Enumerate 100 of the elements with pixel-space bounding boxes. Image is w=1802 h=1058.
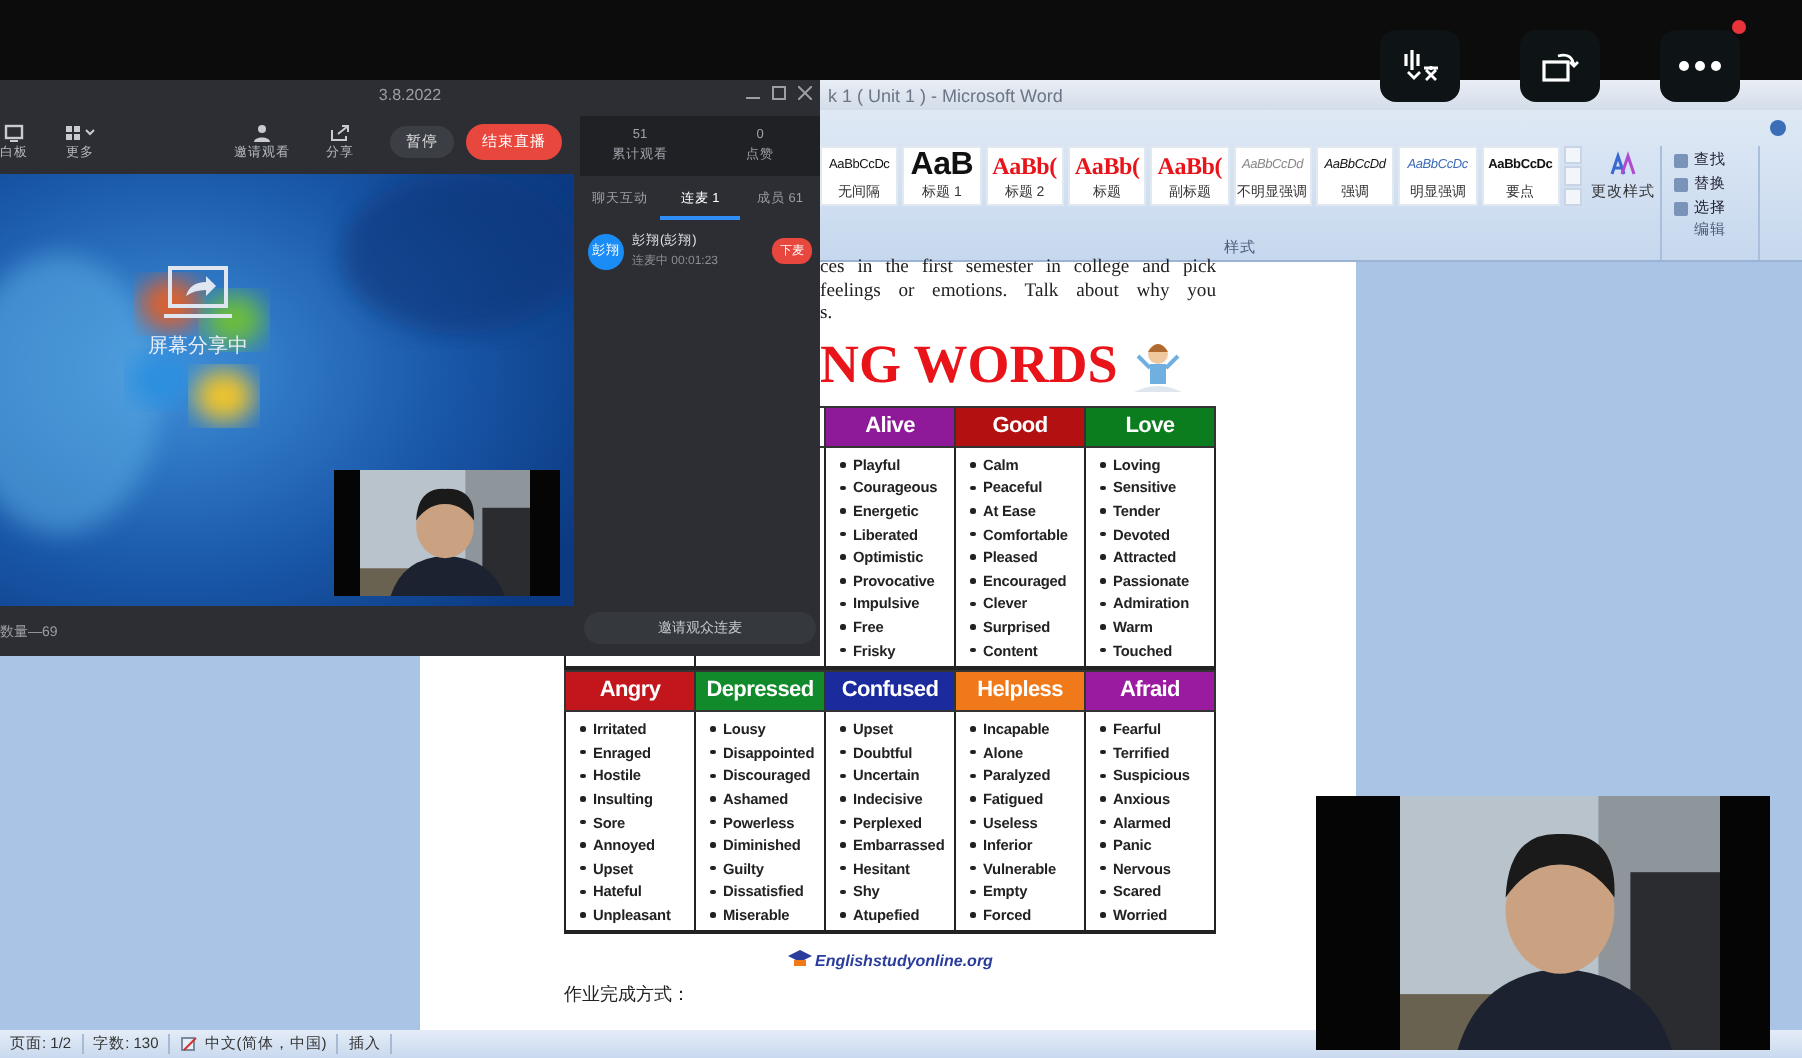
bullet-icon [1100,647,1105,653]
body-text: 作业完成方式： [564,982,692,1009]
bullet-icon [970,749,975,755]
bullet-icon [1100,462,1105,468]
rotate-screen-button[interactable] [1520,30,1600,102]
bullet-icon [840,531,845,537]
bullet-icon [580,773,585,779]
bullet-icon [840,624,845,630]
bullet-icon [580,842,585,848]
bullet-icon [710,865,715,871]
bullet-icon [970,726,975,732]
bullet-icon [840,462,845,468]
bullet-icon [1100,554,1105,560]
column-header: Angry [565,670,695,711]
bullet-icon [1100,624,1105,630]
bullet-icon [840,726,845,732]
people-icon [252,123,272,141]
bullet-icon [970,485,975,491]
bullet-icon [840,889,845,895]
caption-translate-button[interactable] [1380,30,1460,102]
bullet-icon [840,796,845,802]
bullet-icon [710,726,715,732]
bullet-icon [970,912,975,918]
board-icon [4,123,24,141]
bullet-icon [840,601,845,607]
bullet-icon [580,749,585,755]
bullet-icon [970,865,975,871]
bullet-icon [1100,819,1105,825]
bullet-icon [970,554,975,560]
bullet-icon [1100,508,1105,514]
bullet-icon [970,578,975,584]
caption-translate-icon [1400,48,1440,84]
bullet-icon [1100,796,1105,802]
graduation-cap-icon [787,950,812,971]
change-styles-icon [1608,150,1637,178]
bullet-icon [840,842,845,848]
heading: NG WORDS [820,334,1118,396]
bullet-icon [1100,842,1105,848]
bullet-icon [970,773,975,779]
spellcheck-icon[interactable] [180,1036,199,1052]
window-title: 3.8.2022 [378,86,442,104]
bullet-icon [1100,601,1105,607]
column-header: Good [955,406,1085,446]
column-header: Love [1085,406,1215,446]
bullet-icon [970,842,975,848]
website-logo: Englishstudyonline.org [815,951,993,970]
column-header: Depressed [695,670,825,711]
bullet-icon [840,865,845,871]
bullet-icon [1100,912,1105,918]
bullet-icon [580,796,585,802]
column-header: Afraid [1085,670,1215,711]
bullet-icon [840,508,845,514]
bullet-icon [1100,773,1105,779]
grid-icon [64,123,96,141]
bullet-icon [840,578,845,584]
bullet-icon [1100,865,1105,871]
bullet-icon [970,889,975,895]
bullet-icon [710,796,715,802]
rotate-screen-icon [1540,48,1580,84]
bullet-icon [710,912,715,918]
bullet-icon [840,554,845,560]
bullet-icon [970,462,975,468]
bullet-icon [970,624,975,630]
bullet-icon [580,726,585,732]
bullet-icon [580,865,585,871]
share-icon [330,123,350,141]
bullet-icon [970,601,975,607]
bullet-icon [1100,531,1105,537]
bullet-icon [840,647,845,653]
bullet-icon [580,912,585,918]
close-icon[interactable] [798,86,812,100]
bullet-icon [1100,749,1105,755]
body-text: feelings or emotions. Talk about why you [820,279,1216,302]
body-text: ces in the first semester in college and pick [820,256,1216,279]
maximize-icon[interactable] [772,86,786,100]
bullet-icon [840,773,845,779]
bullet-icon [710,749,715,755]
bullet-icon [970,508,975,514]
bullet-icon [710,819,715,825]
column-header: Helpless [955,670,1085,711]
window-title: k 1 ( Unit 1 ) - Microsoft Word [828,85,1063,105]
bullet-icon [840,485,845,491]
bullet-icon [970,819,975,825]
bullet-icon [970,531,975,537]
bullet-icon [1100,485,1105,491]
bullet-icon [840,819,845,825]
bullet-icon [970,647,975,653]
bullet-icon [710,842,715,848]
bullet-icon [970,796,975,802]
bullet-icon [1100,578,1105,584]
bullet-icon [840,912,845,918]
bullet-icon [710,889,715,895]
more-button[interactable] [1660,30,1740,102]
column-header: Confused [825,670,955,711]
body-text: s. [820,302,835,325]
more-icon [1678,60,1722,72]
bullet-icon [580,889,585,895]
bullet-icon [840,749,845,755]
bullet-icon [1100,726,1105,732]
bullet-icon [710,773,715,779]
